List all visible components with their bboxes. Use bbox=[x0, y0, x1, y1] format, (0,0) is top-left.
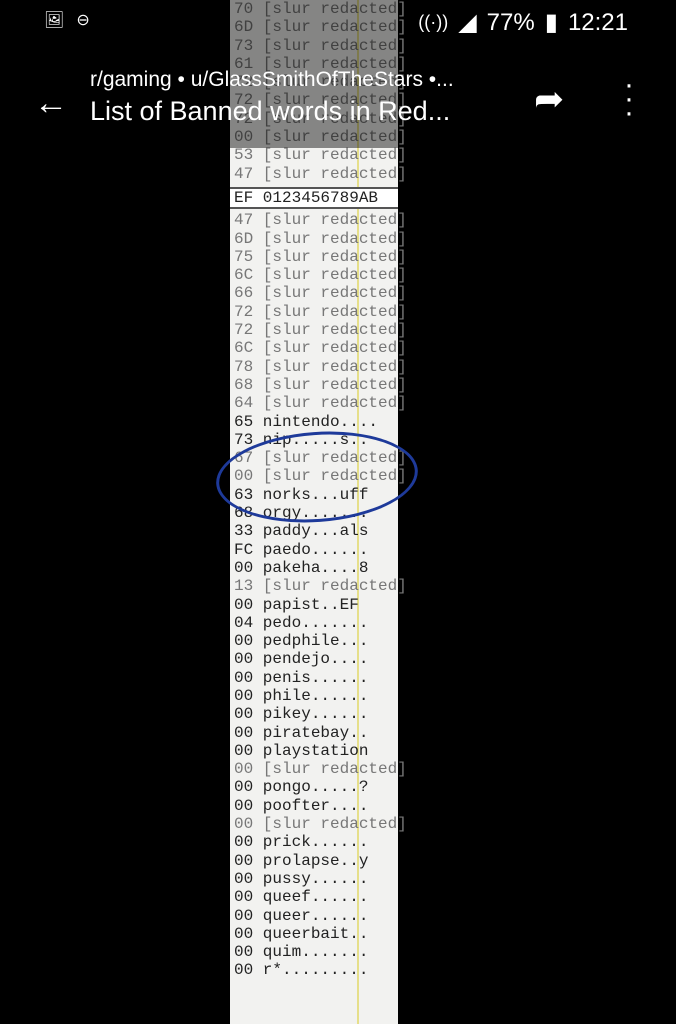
dump-row: 6C [slur redacted] bbox=[234, 339, 407, 358]
dump-row: 00 queer...... bbox=[234, 906, 369, 925]
dump-row: 6C [slur redacted] bbox=[234, 266, 407, 285]
dump-row: FC paedo...... bbox=[234, 540, 369, 559]
dump-row: 13 [slur redacted] bbox=[234, 577, 407, 596]
dump-row: 00 queerbait.. bbox=[234, 924, 369, 943]
dump-row: 65 nintendo.... bbox=[234, 412, 379, 431]
dump-row: 00 pendejo.... bbox=[234, 650, 369, 669]
back-arrow-icon[interactable]: ← bbox=[34, 84, 68, 123]
signal-icon: ◢ bbox=[458, 9, 477, 36]
battery-icon: ▮ bbox=[544, 9, 558, 36]
do-not-disturb-icon: ⊖ bbox=[76, 12, 90, 29]
share-icon[interactable]: ➦ bbox=[534, 78, 564, 120]
dump-row: 00 pikey...... bbox=[234, 705, 369, 724]
dump-row: 75 [slur redacted] bbox=[234, 247, 407, 266]
dump-row: 00 r*......... bbox=[234, 961, 369, 980]
wifi-icon: ((·)) bbox=[418, 12, 449, 32]
dump-row: 00 playstation bbox=[234, 741, 369, 760]
dump-row: 00 poofter.... bbox=[234, 796, 369, 815]
dump-row: 72 [slur redacted] bbox=[234, 321, 407, 340]
dump-row: 00 [slur redacted] bbox=[234, 815, 407, 834]
dump-row: 72 [slur redacted] bbox=[234, 302, 407, 321]
dump-row: 47 [slur redacted] bbox=[234, 211, 407, 230]
dump-row: 00 pedphile... bbox=[234, 632, 369, 651]
dump-row: 00 queef...... bbox=[234, 888, 369, 907]
dump-row: 00 pussy...... bbox=[234, 869, 369, 888]
more-options-icon[interactable]: · · · bbox=[624, 70, 634, 128]
dump-row: 66 [slur redacted] bbox=[234, 284, 407, 303]
post-title: List of Banned words in Red... bbox=[90, 96, 451, 126]
dump-row: 64 [slur redacted] bbox=[234, 394, 407, 413]
dump-rows: 47 [slur redacted] 6D [slur redacted] 75 [… bbox=[230, 211, 407, 980]
dump-row: 00 prick...... bbox=[234, 833, 369, 852]
post-subtitle[interactable]: r/gaming • u/GlassSmithOfTheStars •... bbox=[90, 68, 454, 92]
dump-row: 47 [slur redacted] bbox=[234, 164, 407, 183]
dump-row: 68 [slur redacted] bbox=[234, 375, 407, 394]
dump-row: 00 [slur redacted] bbox=[234, 760, 407, 779]
battery-level: 77% bbox=[486, 8, 535, 36]
dump-row: 00 pongo.....? bbox=[234, 778, 369, 797]
dump-row: 00 prolapse..y bbox=[234, 851, 369, 870]
status-bar: 🖼 ⊖ ((·)) ◢ 77% ▮ 12:21 bbox=[0, 0, 676, 44]
dump-row: 00 pakeha....8 bbox=[234, 558, 369, 577]
dump-row: 33 paddy...als bbox=[234, 522, 369, 541]
dump-row: 00 phile...... bbox=[234, 686, 369, 705]
dump-row: 78 [slur redacted] bbox=[234, 357, 407, 376]
dump-row: 00 penis...... bbox=[234, 668, 369, 687]
dump-row: 04 pedo....... bbox=[234, 613, 369, 632]
dump-row: 6D [slur redacted] bbox=[234, 229, 407, 248]
image-icon: 🖼 bbox=[44, 12, 65, 29]
clock: 12:21 bbox=[567, 8, 628, 36]
app-bar: ← r/gaming • u/GlassSmithOfTheStars •...… bbox=[0, 62, 676, 142]
dump-header: EF 0123456789AB bbox=[230, 186, 398, 210]
dump-row: 53 [slur redacted] bbox=[234, 146, 407, 165]
dump-row: 00 papist..EF bbox=[234, 595, 359, 614]
dump-row: 00 piratebay.. bbox=[234, 723, 369, 742]
dump-row: 00 quim....... bbox=[234, 943, 369, 962]
